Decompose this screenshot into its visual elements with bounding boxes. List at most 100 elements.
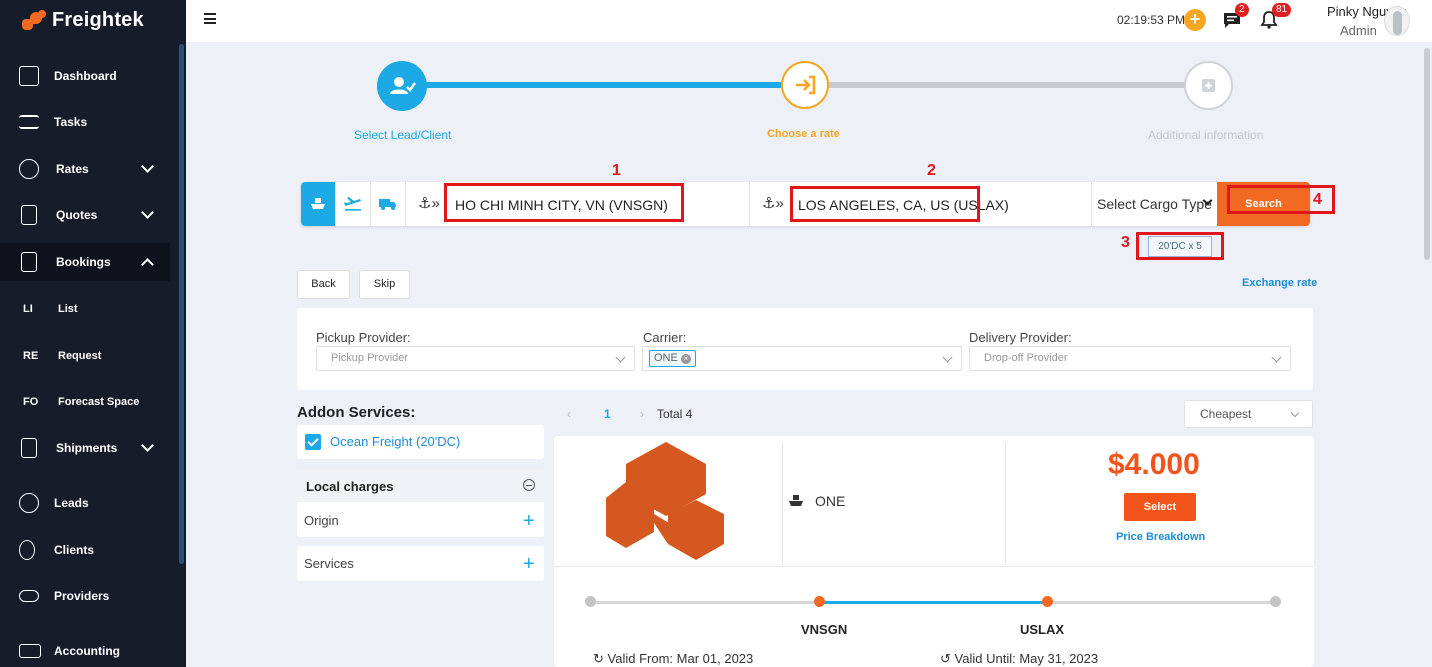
sidebar-item-label: Dashboard (54, 69, 117, 83)
subitem-abbr: FO (23, 396, 39, 408)
services-panel: Services + (297, 546, 544, 581)
clients-icon (19, 540, 35, 560)
app-logo[interactable]: Freightek (22, 9, 144, 32)
chat-icon[interactable]: 2 (1222, 3, 1249, 30)
chevron-up-icon (141, 258, 154, 271)
carrier-select[interactable]: ONE × (642, 346, 962, 371)
sort-select[interactable]: Cheapest (1184, 400, 1313, 428)
destination-port-anchor-icon[interactable]: ⚓︎» (762, 194, 784, 212)
valid-from: ↻ Valid From: Mar 01, 2023 (593, 651, 753, 667)
sidebar: Freightek Dashboard Tasks Rates Quotes B… (0, 0, 186, 667)
local-charges-panel: Local charges Origin + (297, 469, 544, 537)
pickup-provider-select[interactable]: Pickup Provider (316, 346, 635, 371)
notifications-badge: 81 (1272, 3, 1292, 17)
select-rate-button[interactable]: Select (1124, 493, 1196, 521)
add-button[interactable]: + (1184, 9, 1206, 31)
stepper-progress-line (402, 82, 804, 88)
avatar[interactable] (1384, 6, 1410, 36)
exchange-rate-link[interactable]: Exchange rate (1242, 277, 1317, 289)
cargo-type-select[interactable]: Select Cargo Type (1097, 196, 1212, 212)
local-charges-title: Local charges (306, 479, 394, 494)
sea-mode-button[interactable] (301, 182, 336, 226)
step-1-circle[interactable] (377, 61, 427, 111)
sidebar-item-accounting[interactable]: Accounting (0, 632, 170, 667)
menu-icon[interactable] (204, 13, 216, 24)
truck-mode-button[interactable] (371, 182, 406, 226)
ship-icon (311, 198, 325, 209)
sidebar-item-rates[interactable]: Rates (0, 150, 170, 188)
chevron-down-icon (141, 206, 154, 219)
back-button[interactable]: Back (297, 270, 350, 299)
handshake-icon (19, 590, 39, 602)
services-label: Services (304, 556, 354, 571)
annotation-number-1: 1 (612, 162, 621, 179)
carrier-chip-label: ONE (654, 352, 678, 364)
sidebar-item-leads[interactable]: Leads (0, 484, 170, 522)
messages-badge: 2 (1235, 3, 1249, 17)
topbar: 02:19:53 PM + 2 81 Pinky Nguyen Admin (186, 0, 1432, 42)
valid-until-date: May 31, 2023 (1019, 651, 1099, 666)
subitem-label: Forecast Space (58, 396, 140, 408)
subitem-abbr: LI (23, 303, 33, 315)
sidebar-item-providers[interactable]: Providers (0, 577, 170, 615)
bell-icon[interactable]: 81 (1259, 3, 1292, 30)
sidebar-scrollbar[interactable] (179, 44, 184, 564)
sidebar-item-label: Accounting (54, 644, 120, 658)
ship-icon (789, 495, 803, 506)
add-origin-icon[interactable]: + (523, 511, 535, 531)
addon-services-title: Addon Services: (297, 404, 416, 421)
sidebar-item-label: Quotes (56, 208, 98, 222)
origin-charges-label: Origin (304, 513, 339, 528)
addon-item-ocean-freight[interactable]: Ocean Freight (20'DC) (297, 425, 544, 459)
sidebar-item-dashboard[interactable]: Dashboard (0, 57, 170, 95)
delivery-provider-select[interactable]: Drop-off Provider (969, 346, 1291, 371)
redo-icon: ↻ (593, 651, 604, 666)
chevron-down-icon (1290, 408, 1300, 418)
leads-icon (19, 493, 39, 513)
route-line-post (1048, 601, 1276, 604)
route-start-dot (585, 596, 596, 607)
bookings-icon (21, 252, 37, 272)
sidebar-item-shipments[interactable]: Shipments (0, 429, 170, 467)
page-scrollbar[interactable] (1424, 48, 1430, 260)
sort-value: Cheapest (1200, 407, 1252, 421)
add-services-icon[interactable]: + (523, 554, 535, 574)
local-charges-header[interactable]: Local charges (297, 469, 544, 502)
plane-icon (344, 197, 361, 211)
step-1-label: Select Lead/Client (354, 128, 452, 142)
page-number[interactable]: 1 (604, 407, 611, 421)
pickup-provider-label: Pickup Provider: (316, 330, 411, 345)
origin-port-code: VNSGN (801, 622, 848, 637)
sidebar-subitem-list[interactable]: LI List (0, 294, 170, 324)
truck-icon (379, 199, 396, 210)
price-breakdown-link[interactable]: Price Breakdown (1116, 531, 1205, 543)
origin-port-anchor-icon[interactable]: ⚓︎» (418, 194, 440, 212)
stepper-remaining-line (804, 82, 1208, 88)
remove-chip-icon[interactable]: × (680, 354, 691, 364)
step-2-circle[interactable] (781, 61, 829, 109)
air-mode-button[interactable] (336, 182, 371, 226)
step-3-circle[interactable] (1184, 61, 1233, 110)
carrier-chip[interactable]: ONE × (649, 350, 696, 367)
route-line-pre (595, 601, 820, 604)
sidebar-subitem-request[interactable]: RE Request (0, 341, 170, 371)
sidebar-item-quotes[interactable]: Quotes (0, 196, 170, 234)
chevron-down-icon (1271, 352, 1282, 363)
valid-until-label: Valid Until: (954, 651, 1016, 666)
user-check-icon (390, 77, 416, 94)
sidebar-item-label: Shipments (56, 441, 118, 455)
sidebar-item-label: Rates (56, 162, 89, 176)
collapse-icon[interactable] (523, 479, 535, 491)
sidebar-item-bookings[interactable]: Bookings (0, 243, 170, 281)
total-count: Total 4 (657, 407, 693, 421)
step-3-label: Additional information (1148, 128, 1264, 142)
destination-port-dot (1042, 596, 1053, 607)
sidebar-item-tasks[interactable]: Tasks (0, 103, 170, 141)
destination-port-code: USLAX (1020, 622, 1065, 637)
prev-page-icon[interactable]: ‹ (567, 407, 571, 421)
ocean-freight-checkbox[interactable] (305, 434, 321, 450)
skip-button[interactable]: Skip (359, 270, 410, 299)
next-page-icon[interactable]: › (640, 407, 644, 421)
sidebar-subitem-forecast-space[interactable]: FO Forecast Space (0, 387, 170, 417)
sidebar-item-clients[interactable]: Clients (0, 531, 170, 569)
